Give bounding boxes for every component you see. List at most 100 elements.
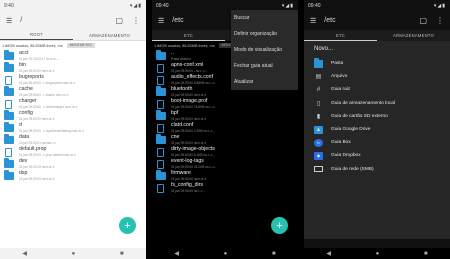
- sheet-item[interactable]: ▲ Guia Google Drive: [304, 123, 450, 136]
- sheet-item-label: Arquivo: [331, 74, 348, 80]
- item-name: cache: [19, 86, 33, 93]
- hamburger-menu-icon[interactable]: ☰: [310, 17, 316, 25]
- nav-bar: ◀ ● ■: [304, 248, 450, 259]
- recents-icon[interactable]: ■: [424, 251, 428, 257]
- item-name: cne: [171, 134, 180, 141]
- home-icon[interactable]: ●: [376, 251, 380, 257]
- back-icon[interactable]: ◀: [326, 250, 331, 257]
- list-item[interactable]: boot-image.prof 01 jan 09:00:00 76.8KB rw…: [152, 98, 298, 110]
- tab-armazenamento[interactable]: ARMAZENAMENTO: [73, 30, 146, 40]
- sheet-item[interactable]: ▤ Arquivo: [304, 70, 450, 83]
- overflow-menu-icon[interactable]: ⋮: [132, 16, 140, 25]
- list-item[interactable]: charger 01 jan 09:00:00 -> /sbin/charger …: [0, 98, 146, 110]
- list-item-text: dsp 01 jan 09:00:00 rwxr-xr-x: [19, 171, 54, 181]
- add-fab-button[interactable]: +: [271, 217, 288, 234]
- list-item[interactable]: acct 01 jan 70 12:00:17 dr-xr-x---: [0, 50, 146, 62]
- item-meta: 01 jan 09:00:00 rwxr-xr-x: [171, 140, 207, 145]
- menu-item-atualizar[interactable]: Atualizar: [231, 74, 298, 90]
- sheet-item-label: Guia Dropbox: [331, 153, 361, 159]
- tabs-icon[interactable]: ▢: [419, 16, 427, 25]
- mount-ro-button[interactable]: MONTAR R/O: [66, 43, 95, 48]
- folder-icon: [156, 134, 166, 144]
- list-item-text: event-log-tags 01 jan 09:00:00 24.2KB rw-…: [171, 158, 216, 169]
- menu-item-definir-organizacao[interactable]: Definir organização: [231, 26, 298, 42]
- sheet-item-label: Guia raiz: [331, 87, 351, 93]
- item-meta: 01 jan 70 12:00:17 dr-xr-x---: [19, 56, 59, 61]
- home-icon[interactable]: ●: [224, 251, 228, 257]
- list-item[interactable]: dirty-image-objects 01 jan 09:00:00 5.1KB…: [152, 146, 298, 158]
- item-meta: 01 jan 09:00:00 rw-r--r--: [171, 188, 205, 193]
- tab-bar: ROOT ARMAZENAMENTO: [0, 30, 146, 41]
- back-icon[interactable]: ◀: [174, 250, 179, 257]
- list-item[interactable]: dsp 01 jan 09:00:00 rwxr-xr-x: [0, 170, 146, 182]
- tab-etc[interactable]: ETC: [152, 30, 225, 41]
- back-icon[interactable]: ◀: [22, 250, 27, 257]
- list-item[interactable]: default.prop 01 jan 09:00:00 -> prop defa…: [0, 146, 146, 158]
- sheet-item[interactable]: # Guia raiz: [304, 83, 450, 96]
- add-fab-button[interactable]: +: [119, 217, 136, 234]
- home-icon[interactable]: ●: [72, 251, 76, 257]
- list-item[interactable]: d 01 jan 09:00:00 -> /sys/kernel/debug rw…: [0, 122, 146, 134]
- status-icons: ▾◢▮: [129, 2, 142, 9]
- sheet-item-label: Pasta: [331, 61, 344, 67]
- list-item-text: dirty-image-objects 01 jan 09:00:00 5.1KB…: [171, 147, 215, 157]
- file-icon: [157, 99, 164, 109]
- hamburger-menu-icon[interactable]: ☰: [6, 17, 12, 25]
- sheet-item[interactable]: Guia de rede (SMB): [304, 163, 450, 176]
- list-item[interactable]: event-log-tags 01 jan 09:00:00 24.2KB rw-…: [152, 158, 298, 170]
- recents-icon[interactable]: ■: [120, 251, 124, 257]
- status-icons: ▾◢▮: [281, 2, 294, 9]
- menu-item-buscar[interactable]: Buscar: [231, 10, 298, 26]
- list-item-text: bpf 01 jan 09:00:00 rwxr-xr-x: [171, 111, 206, 121]
- item-name: d: [19, 122, 22, 129]
- item-name: default.prop: [19, 146, 47, 153]
- sheet-item-label: Guia de rede (SMB): [331, 166, 374, 172]
- tab-root[interactable]: ROOT: [0, 30, 73, 40]
- item-meta: 01 jan 09:00:00 24.2KB rw-r--r--: [171, 164, 216, 169]
- file-icon: [157, 183, 164, 193]
- folder-icon: [4, 50, 14, 60]
- item-name: bin: [19, 62, 26, 69]
- list-item[interactable]: bpf 01 jan 09:00:00 rwxr-xr-x: [152, 110, 298, 122]
- sd-card-icon: ▮: [316, 113, 321, 120]
- item-name: event-log-tags: [171, 158, 204, 165]
- list-item[interactable]: dev 01 jan 09:00:15 rwxr-xr-x: [0, 158, 146, 170]
- phone-icon: ▯: [316, 100, 321, 107]
- list-item-text: audio_effects.conf 01 jan 09:00:00 8.58KB…: [171, 75, 216, 85]
- folder-icon: [156, 110, 166, 120]
- list-item[interactable]: bugreports 01 jan 09:00:00 -> /bugreports…: [0, 74, 146, 86]
- phone-screen-new-sheet: 09:40 ▾◢▮ ☰ /etc ▢ ⋮ ETC ARMAZENAMENTO f…: [304, 0, 450, 259]
- list-item[interactable]: data 10 jan 09:00:21 rwxrwx--x: [0, 134, 146, 146]
- path-title: /etc: [324, 17, 336, 24]
- status-time: 9:40: [4, 2, 14, 9]
- tab-armazenamento[interactable]: ARMAZENAMENTO: [377, 30, 450, 41]
- list-item-text: bugreports 01 jan 09:00:00 -> /bugreports…: [19, 75, 76, 85]
- list-item-text: data 10 jan 09:00:21 rwxrwx--x: [19, 135, 56, 145]
- item-meta: 01 jan 09:00:00 -> /bugreports rwxr-xr-x: [19, 80, 76, 85]
- file-icon: [157, 123, 164, 133]
- sheet-item[interactable]: ◆ Guia Dropbox: [304, 149, 450, 162]
- list-item[interactable]: bin 01 jan 09:00:00 rwxr-xr-x: [0, 62, 146, 74]
- list-item[interactable]: config 01 jan 09:00:00 rwxr-xr-x: [0, 110, 146, 122]
- list-item[interactable]: cache 01 jan 09:00:00 -> /cache rwxr-xr-x: [0, 86, 146, 98]
- overflow-menu-icon[interactable]: ⋮: [436, 16, 444, 25]
- sheet-item[interactable]: ▯ Guia de armazenamento local: [304, 97, 450, 110]
- list-item[interactable]: clatd.conf 01 jan 09:00:00 2.3KB rw-r--r-…: [152, 122, 298, 134]
- recents-icon[interactable]: ■: [272, 251, 276, 257]
- tab-etc[interactable]: ETC: [304, 30, 377, 41]
- file-icon: [5, 147, 12, 157]
- dropbox-icon: ◆: [314, 151, 323, 160]
- file-icon: [157, 147, 164, 157]
- hamburger-menu-icon[interactable]: ☰: [158, 17, 164, 25]
- file-icon: [5, 99, 12, 109]
- tabs-icon[interactable]: ▢: [115, 16, 123, 25]
- list-item[interactable]: fs_config_dirs 01 jan 09:00:00 rw-r--r--: [152, 182, 298, 194]
- sheet-item[interactable]: b Guia Box: [304, 136, 450, 149]
- sheet-item[interactable]: Pasta: [304, 57, 450, 70]
- menu-item-modo-visualizacao[interactable]: Modo de visualização: [231, 42, 298, 58]
- list-item[interactable]: cne 01 jan 09:00:00 rwxr-xr-x: [152, 134, 298, 146]
- sheet-item[interactable]: ▮ Guia de cartão SD externo: [304, 110, 450, 123]
- file-icon: [157, 75, 164, 85]
- menu-item-fechar-guia[interactable]: Fechar guia atual: [231, 58, 298, 74]
- list-item[interactable]: firmware 01 jan 09:00:00 rwxr-xr-x: [152, 170, 298, 182]
